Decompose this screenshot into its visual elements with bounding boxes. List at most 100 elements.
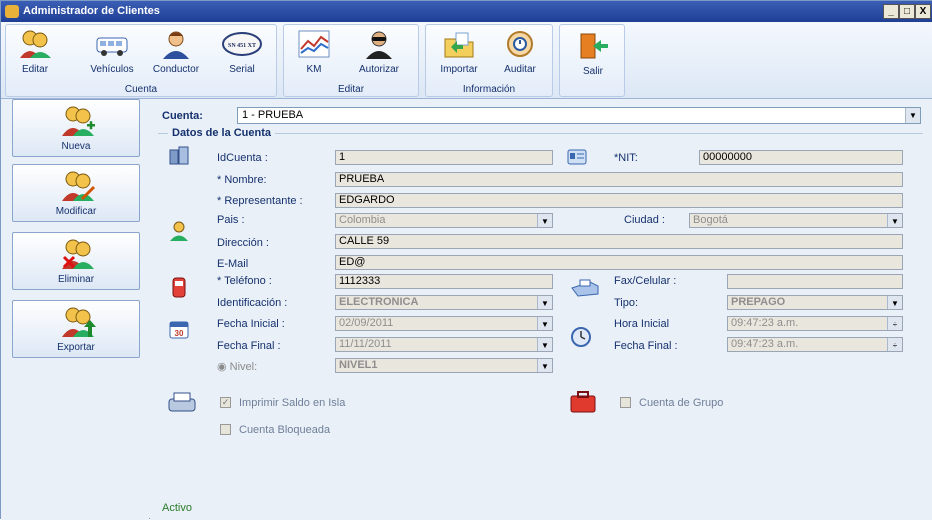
account-select[interactable]: 1 - PRUEBA ▼ — [237, 107, 921, 124]
ciudad-select[interactable]: Bogotá ▼ — [689, 213, 903, 228]
chevron-down-icon[interactable]: ▼ — [537, 359, 552, 372]
importar-button[interactable]: Importar — [430, 29, 488, 75]
fax-icon — [571, 279, 599, 297]
ribbon-group-salir: Salir — [559, 24, 625, 97]
nit-field[interactable]: 00000000 — [699, 150, 903, 165]
toolbox-icon — [570, 391, 596, 413]
fecha-final2-label: Fecha Final : — [614, 340, 678, 352]
sidebar: Nueva Modificar Eliminar Exportar — [1, 99, 149, 520]
spinner-icon[interactable]: ÷ — [887, 317, 902, 330]
direccion-field[interactable]: CALLE 59 — [335, 234, 903, 249]
id-card-icon — [567, 149, 587, 165]
ribbon-group-informacion: Importar Auditar Información — [425, 24, 553, 97]
tipo-select[interactable]: PREPAGO ▼ — [727, 295, 903, 310]
nombre-field[interactable]: PRUEBA — [335, 172, 903, 187]
autorizar-button[interactable]: Autorizar — [346, 29, 412, 75]
ribbon-group-editar: KM Autorizar Editar — [283, 24, 419, 97]
serial-tag-icon: SN 451 XT — [222, 32, 262, 56]
eliminar-button[interactable]: Eliminar — [12, 232, 140, 290]
email-label: E-Mail — [217, 258, 249, 270]
bus-icon — [96, 37, 128, 56]
fecha-inicial-label: Fecha Inicial : — [217, 318, 285, 330]
fecha-final-label: Fecha Final : — [217, 340, 281, 352]
representante-field[interactable]: EDGARDO — [335, 193, 903, 208]
pais-select[interactable]: Colombia ▼ — [335, 213, 553, 228]
buildings-icon — [169, 146, 189, 165]
km-button[interactable]: KM — [292, 29, 336, 75]
exportar-button[interactable]: Exportar — [12, 300, 140, 358]
chevron-down-icon[interactable]: ▼ — [887, 214, 902, 227]
nivel-value: NIVEL1 — [339, 359, 378, 371]
main-panel: Cuenta: 1 - PRUEBA ▼ Datos de la Cuenta … — [150, 99, 932, 520]
auditar-button[interactable]: Auditar — [492, 29, 548, 75]
importar-label: Importar — [440, 64, 478, 75]
agent-icon — [366, 31, 392, 59]
fecha-inicial-value: 02/09/2011 — [339, 317, 394, 329]
window-title: Administrador de Clientes — [23, 5, 160, 17]
fecha-final-value: 11/11/2011 — [339, 338, 392, 350]
email-field[interactable]: ED@ — [335, 255, 903, 270]
users-icon — [20, 30, 51, 58]
ciudad-value: Bogotá — [693, 214, 728, 226]
direccion-label: Dirección : — [217, 237, 269, 249]
cuenta-bloqueada-checkbox[interactable] — [220, 424, 231, 435]
chevron-down-icon[interactable]: ▼ — [905, 108, 920, 123]
exportar-label: Exportar — [57, 342, 95, 353]
ribbon-group-cuenta-title: Cuenta — [124, 84, 158, 95]
pais-value: Colombia — [339, 214, 386, 226]
person-icon — [170, 221, 188, 241]
chevron-down-icon[interactable]: ▼ — [537, 338, 552, 351]
serial-label: Serial — [229, 64, 255, 75]
radio-icon: ◉ — [217, 361, 227, 373]
account-label: Cuenta: — [162, 110, 203, 122]
minimize-button[interactable]: _ — [883, 4, 899, 19]
hora-inicial-label: Hora Inicial — [614, 318, 670, 330]
close-button[interactable]: X — [915, 4, 931, 19]
fecha-inicial-picker[interactable]: 02/09/2011 ▼ — [335, 316, 553, 331]
fecha-final-picker[interactable]: 11/11/2011 ▼ — [335, 337, 553, 352]
serial-badge-text: SN 451 XT — [228, 43, 256, 49]
cuenta-grupo-checkbox[interactable] — [620, 397, 631, 408]
editar-label: Editar — [21, 64, 49, 75]
modificar-button[interactable]: Modificar — [12, 164, 140, 222]
chevron-down-icon[interactable]: ▼ — [537, 296, 552, 309]
telefono-field[interactable]: 1112333 — [335, 274, 553, 289]
pais-label: Pais : — [217, 214, 245, 226]
autorizar-label: Autorizar — [358, 64, 399, 75]
conductor-button[interactable]: Conductor — [146, 29, 206, 75]
chevron-down-icon[interactable]: ▼ — [887, 296, 902, 309]
spinner-icon[interactable]: ÷ — [887, 338, 902, 351]
maximize-button[interactable]: □ — [899, 4, 915, 19]
nueva-label: Nueva — [61, 141, 91, 152]
nueva-button[interactable]: Nueva — [12, 99, 140, 157]
nivel-radio[interactable]: ◉ Nivel: — [217, 360, 257, 373]
nivel-label: Nivel: — [229, 361, 258, 373]
editar-button[interactable]: Editar — [12, 29, 58, 75]
hora-final-spinner[interactable]: 09:47:23 a.m. ÷ — [727, 337, 903, 352]
imprimir-label: Imprimir Saldo en Isla — [239, 397, 346, 409]
imprimir-checkbox[interactable]: ✓ — [220, 397, 231, 408]
chevron-down-icon[interactable]: ▼ — [537, 317, 552, 330]
fax-label: Fax/Celular : — [614, 275, 677, 287]
telefono-label: * Teléfono : — [217, 275, 272, 287]
printer-icon — [168, 392, 196, 412]
nivel-select[interactable]: NIVEL1 ▼ — [335, 358, 553, 373]
identificacion-select[interactable]: ELECTRONICA ▼ — [335, 295, 553, 310]
cuenta-grupo-label: Cuenta de Grupo — [639, 397, 724, 409]
account-details-group: Datos de la Cuenta IdCuenta : 1 *NIT: 00… — [158, 127, 923, 497]
serial-button[interactable]: SN 451 XT Serial — [214, 29, 270, 75]
vehiculos-button[interactable]: Vehículos — [82, 29, 142, 75]
idcuenta-field[interactable]: 1 — [335, 150, 553, 165]
clock-icon — [571, 327, 591, 347]
hora-inicial-spinner[interactable]: 09:47:23 a.m. ÷ — [727, 316, 903, 331]
driver-icon — [163, 31, 189, 59]
idcuenta-label: IdCuenta : — [217, 152, 268, 164]
conductor-label: Conductor — [152, 64, 200, 75]
ribbon-group-informacion-title: Información — [462, 84, 516, 95]
chevron-down-icon[interactable]: ▼ — [537, 214, 552, 227]
salir-button[interactable]: Salir — [566, 31, 620, 77]
app-window: Administrador de Clientes _ □ X Editar V… — [0, 0, 932, 520]
ciudad-label: Ciudad : — [624, 214, 665, 226]
fax-field[interactable] — [727, 274, 903, 289]
line-chart-icon — [298, 30, 330, 58]
